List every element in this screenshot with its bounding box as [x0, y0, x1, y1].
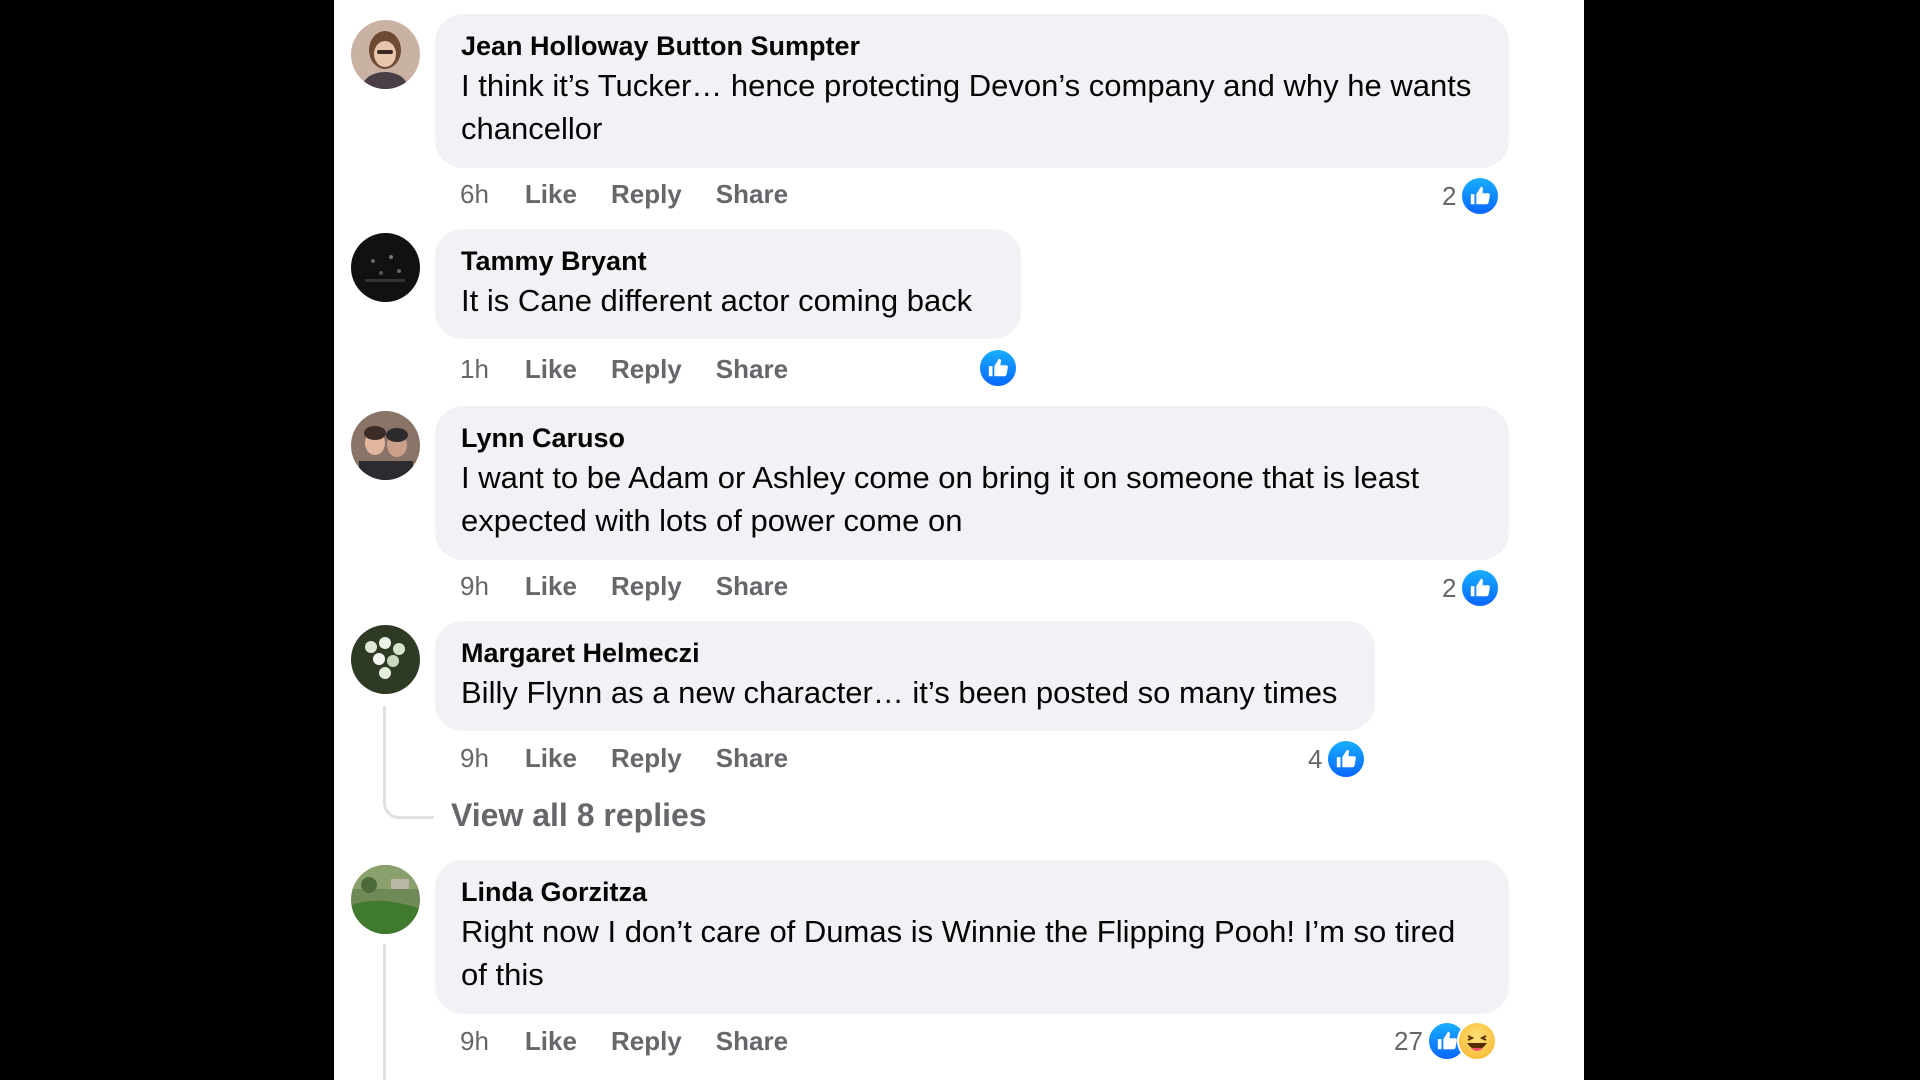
comment-timestamp[interactable]: 1h [460, 354, 489, 385]
like-icon [1326, 739, 1367, 779]
like-icon [978, 348, 1018, 388]
comment-actions: 9h Like Reply Share [460, 1021, 822, 1061]
view-replies-link[interactable]: View all 8 replies [451, 797, 707, 834]
comment-author[interactable]: Lynn Caruso [461, 422, 1483, 454]
like-button[interactable]: Like [525, 354, 577, 385]
comments-panel: Jean Holloway Button Sumpter I think it’… [334, 0, 1584, 1080]
comment-text: I think it’s Tucker… hence protecting De… [461, 68, 1472, 146]
comment-bubble: Margaret Helmeczi Billy Flynn as a new c… [435, 621, 1375, 731]
comment-timestamp[interactable]: 9h [460, 743, 489, 774]
reaction-summary[interactable]: 2 [1442, 568, 1501, 608]
haha-icon [1456, 1021, 1497, 1061]
reply-button[interactable]: Reply [611, 179, 682, 210]
avatar[interactable] [351, 625, 420, 694]
like-icon [1460, 176, 1501, 216]
reply-thread-line [383, 706, 434, 819]
share-button[interactable]: Share [716, 1026, 788, 1057]
comment-text: Billy Flynn as a new character… it’s bee… [461, 675, 1338, 710]
reaction-summary[interactable]: 4 [1308, 739, 1367, 779]
reaction-summary[interactable]: 2 [1442, 176, 1501, 216]
comment-bubble: Tammy Bryant It is Cane different actor … [435, 229, 1021, 339]
share-button[interactable]: Share [716, 179, 788, 210]
comment-author[interactable]: Linda Gorzitza [461, 876, 1483, 908]
like-button[interactable]: Like [525, 179, 577, 210]
avatar[interactable] [351, 411, 420, 480]
reply-button[interactable]: Reply [611, 743, 682, 774]
comment-timestamp[interactable]: 6h [460, 179, 489, 210]
reply-button[interactable]: Reply [611, 1026, 682, 1057]
reply-thread-line [383, 944, 386, 1080]
comment-timestamp[interactable]: 9h [460, 571, 489, 602]
reaction-count: 4 [1308, 743, 1323, 774]
comment-bubble: Jean Holloway Button Sumpter I think it’… [435, 14, 1509, 168]
comment-author[interactable]: Jean Holloway Button Sumpter [461, 30, 1483, 62]
reaction-count: 27 [1394, 1025, 1423, 1056]
avatar[interactable] [351, 865, 420, 934]
reaction-count: 2 [1442, 180, 1457, 211]
comment-actions: 9h Like Reply Share [460, 738, 822, 778]
share-button[interactable]: Share [716, 571, 788, 602]
comment-actions: 6h Like Reply Share [460, 174, 822, 214]
reaction-summary[interactable] [974, 348, 1018, 388]
comment-text: Right now I don’t care of Dumas is Winni… [461, 914, 1456, 992]
reply-button[interactable]: Reply [611, 571, 682, 602]
like-icon [1460, 568, 1501, 608]
comment-bubble: Linda Gorzitza Right now I don’t care of… [435, 860, 1509, 1014]
avatar[interactable] [351, 233, 420, 302]
avatar[interactable] [351, 20, 420, 89]
comment-text: It is Cane different actor coming back [461, 283, 973, 318]
like-button[interactable]: Like [525, 743, 577, 774]
like-button[interactable]: Like [525, 571, 577, 602]
like-button[interactable]: Like [525, 1026, 577, 1057]
share-button[interactable]: Share [716, 743, 788, 774]
share-button[interactable]: Share [716, 354, 788, 385]
comment-bubble: Lynn Caruso I want to be Adam or Ashley … [435, 406, 1509, 560]
reply-button[interactable]: Reply [611, 354, 682, 385]
comment-timestamp[interactable]: 9h [460, 1026, 489, 1057]
reaction-count: 2 [1442, 572, 1457, 603]
comment-author[interactable]: Tammy Bryant [461, 245, 995, 277]
reaction-summary[interactable]: 27 [1394, 1021, 1497, 1061]
comment-text: I want to be Adam or Ashley come on brin… [461, 460, 1420, 538]
comment-actions: 9h Like Reply Share [460, 566, 822, 606]
comment-author[interactable]: Margaret Helmeczi [461, 637, 1349, 669]
comment-actions: 1h Like Reply Share [460, 349, 822, 389]
